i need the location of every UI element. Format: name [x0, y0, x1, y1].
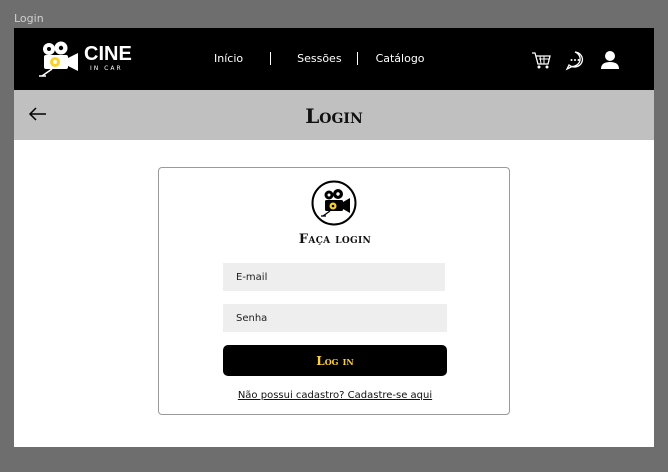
nav-link-inicio[interactable]: Início: [214, 52, 243, 65]
login-card: Faça login Log in Não possui cadastro? C…: [158, 167, 510, 415]
chat-icon[interactable]: [564, 49, 586, 71]
brand-logo[interactable]: CINE IN CAR: [38, 41, 138, 77]
brand-name: CINE: [84, 43, 132, 65]
nav-separator: [270, 51, 272, 65]
navbar: CINE IN CAR Início Sessões Catálogo: [14, 28, 654, 90]
login-button[interactable]: Log in: [223, 345, 447, 376]
password-field[interactable]: [223, 304, 447, 332]
film-camera-logo-icon: [39, 41, 78, 77]
brand-subtitle: IN CAR: [90, 65, 123, 72]
signup-link[interactable]: Não possui cadastro? Cadastre-se aqui: [159, 390, 511, 401]
user-icon[interactable]: [599, 49, 621, 71]
nav-link-catalogo[interactable]: Catálogo: [376, 52, 425, 65]
film-camera-icon: [311, 180, 357, 226]
page-titlebar: Login: [14, 90, 654, 140]
login-heading: Faça login: [298, 232, 372, 247]
page-title: Login: [305, 104, 363, 128]
frame-label: Login: [14, 12, 44, 25]
nav-menu: Início Sessões Catálogo: [204, 50, 425, 66]
cart-icon[interactable]: [530, 49, 552, 71]
app-frame: CINE IN CAR Início Sessões Catálogo Logi…: [14, 28, 654, 447]
nav-link-sessoes[interactable]: Sessões: [297, 52, 341, 65]
email-field[interactable]: [223, 263, 445, 291]
nav-separator: [356, 51, 358, 65]
